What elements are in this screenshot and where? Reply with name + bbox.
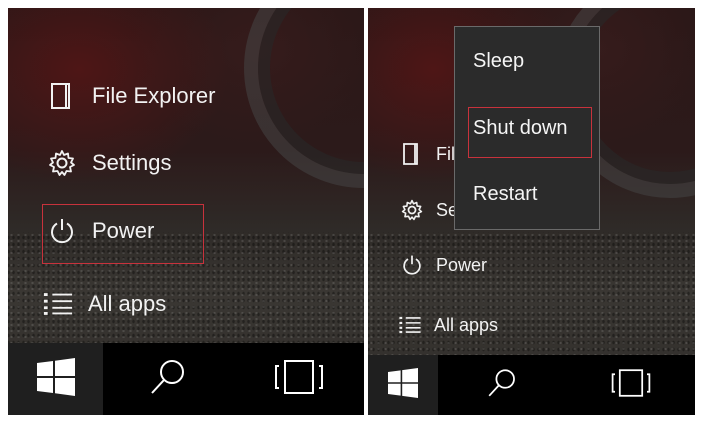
power-icon [400, 253, 424, 277]
power-flyout-menu: Sleep Shut down Restart [454, 26, 600, 230]
start-menu-panel-right: Fil Se Power All apps Sleep Shut down Re… [368, 8, 695, 415]
shut-down-highlight-box [468, 107, 592, 158]
windows-start-icon [388, 367, 418, 403]
gear-icon [400, 198, 424, 222]
menu-item-power[interactable]: Power [400, 253, 487, 277]
menu-item-all-apps[interactable]: All apps [398, 313, 498, 337]
start-button[interactable] [8, 343, 103, 415]
search-icon [486, 367, 518, 404]
search-button[interactable] [103, 343, 234, 415]
menu-item-file-explorer[interactable]: Fil [400, 142, 455, 166]
search-icon [148, 357, 188, 402]
menu-item-settings[interactable]: Settings [46, 147, 172, 179]
menu-item-label: All apps [434, 314, 499, 335]
menu-item-file-explorer[interactable]: File Explorer [46, 80, 215, 112]
menu-item-label: Settings [92, 150, 172, 175]
list-icon [42, 288, 74, 320]
flyout-item-restart[interactable]: Restart [473, 183, 537, 206]
search-button[interactable] [438, 355, 567, 415]
taskbar [8, 343, 364, 415]
taskbar [368, 355, 695, 415]
task-view-icon [274, 359, 324, 400]
task-view-button[interactable] [234, 343, 365, 415]
menu-item-all-apps[interactable]: All apps [42, 288, 166, 320]
menu-item-label: File Explorer [92, 83, 216, 108]
menu-item-label: Power [436, 254, 488, 275]
file-explorer-icon [46, 80, 78, 112]
list-icon [398, 313, 422, 337]
start-button[interactable] [368, 355, 438, 415]
menu-item-settings[interactable]: Se [400, 198, 458, 222]
menu-item-label: Fil [436, 143, 455, 164]
menu-item-label: All apps [88, 291, 167, 316]
file-explorer-icon [400, 142, 424, 166]
gear-icon [46, 147, 78, 179]
task-view-icon [611, 368, 651, 403]
windows-start-icon [36, 357, 75, 401]
task-view-button[interactable] [567, 355, 696, 415]
flyout-item-sleep[interactable]: Sleep [473, 50, 524, 73]
power-highlight-box [42, 204, 204, 264]
start-menu-panel-left: File Explorer Settings Power All apps [8, 8, 364, 415]
